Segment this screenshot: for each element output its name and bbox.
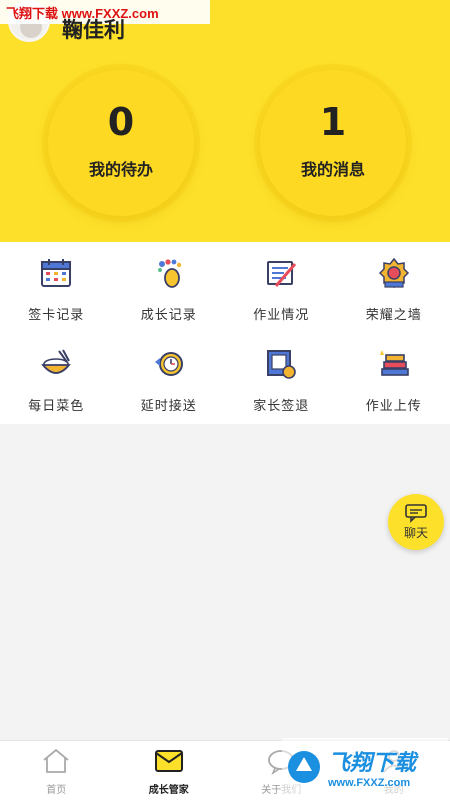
rice-bowl-icon xyxy=(41,349,72,374)
nav-label: 成长管家 xyxy=(148,785,189,796)
grid-item-delayed-pickup[interactable]: 延时接送 xyxy=(113,333,226,424)
chat-fab-label: 聊天 xyxy=(403,526,428,540)
grid-item-parent-signout[interactable]: 家长签退 xyxy=(225,333,338,424)
chat-icon xyxy=(405,504,427,523)
username: 鞠佳利 xyxy=(62,17,125,42)
grid-item-label: 家长签退 xyxy=(253,399,310,414)
grid-item-label: 成长记录 xyxy=(140,308,197,323)
grid-item-honor-wall[interactable]: 荣耀之墙 xyxy=(338,242,450,333)
grid-item-label: 荣耀之墙 xyxy=(365,308,422,323)
grid-item-checkin-records[interactable]: 签卡记录 xyxy=(0,242,113,333)
nav-item-home[interactable]: 首页 xyxy=(0,741,113,800)
clock-icon xyxy=(154,352,183,376)
watermark-url: www.FXXZ.com xyxy=(328,777,411,789)
home-icon xyxy=(43,748,69,773)
watermark-logo-icon xyxy=(288,751,320,783)
grid-item-label: 签卡记录 xyxy=(28,308,85,323)
grid-item-daily-menu[interactable]: 每日菜色 xyxy=(0,333,113,424)
grid-item-label: 作业上传 xyxy=(365,399,422,414)
books-icon xyxy=(379,350,409,376)
todo-count: 0 xyxy=(107,100,135,144)
homework-icon xyxy=(267,261,297,287)
messages-count: 1 xyxy=(319,100,347,144)
grid-item-label: 作业情况 xyxy=(253,308,310,323)
signout-icon xyxy=(267,350,297,379)
calendar-icon xyxy=(41,259,72,287)
messages-label: 我的消息 xyxy=(300,160,365,179)
todo-circle-button[interactable]: 0 我的待办 xyxy=(48,70,194,216)
grid-item-label: 每日菜色 xyxy=(28,399,85,414)
grid-item-homework-upload[interactable]: 作业上传 xyxy=(338,333,450,424)
medal-icon xyxy=(378,257,409,289)
nav-label: 首页 xyxy=(46,785,67,796)
watermark-title: 飞翔下载 xyxy=(328,750,417,775)
header-panel: 飞翔下载 www.FXXZ.com 鞠佳利 0 我的待办 1 我的消息 xyxy=(0,0,450,242)
nav-item-growth-butler[interactable]: 成长管家 xyxy=(113,741,226,800)
footprint-icon xyxy=(157,259,181,288)
watermark-bottom-right: 飞翔下载 www.FXXZ.com xyxy=(282,738,448,796)
todo-label: 我的待办 xyxy=(88,160,153,179)
grid-item-growth-records[interactable]: 成长记录 xyxy=(113,242,226,333)
function-grid: 签卡记录 成长记录 作业情况 荣耀之墙 每日菜色 延时接送 家长签退 作业上传 xyxy=(0,242,450,424)
grid-item-homework-status[interactable]: 作业情况 xyxy=(225,242,338,333)
mail-icon xyxy=(154,750,183,772)
chat-fab-button[interactable]: 聊天 xyxy=(388,494,444,550)
messages-circle-button[interactable]: 1 我的消息 xyxy=(260,70,406,216)
grid-item-label: 延时接送 xyxy=(140,399,197,414)
